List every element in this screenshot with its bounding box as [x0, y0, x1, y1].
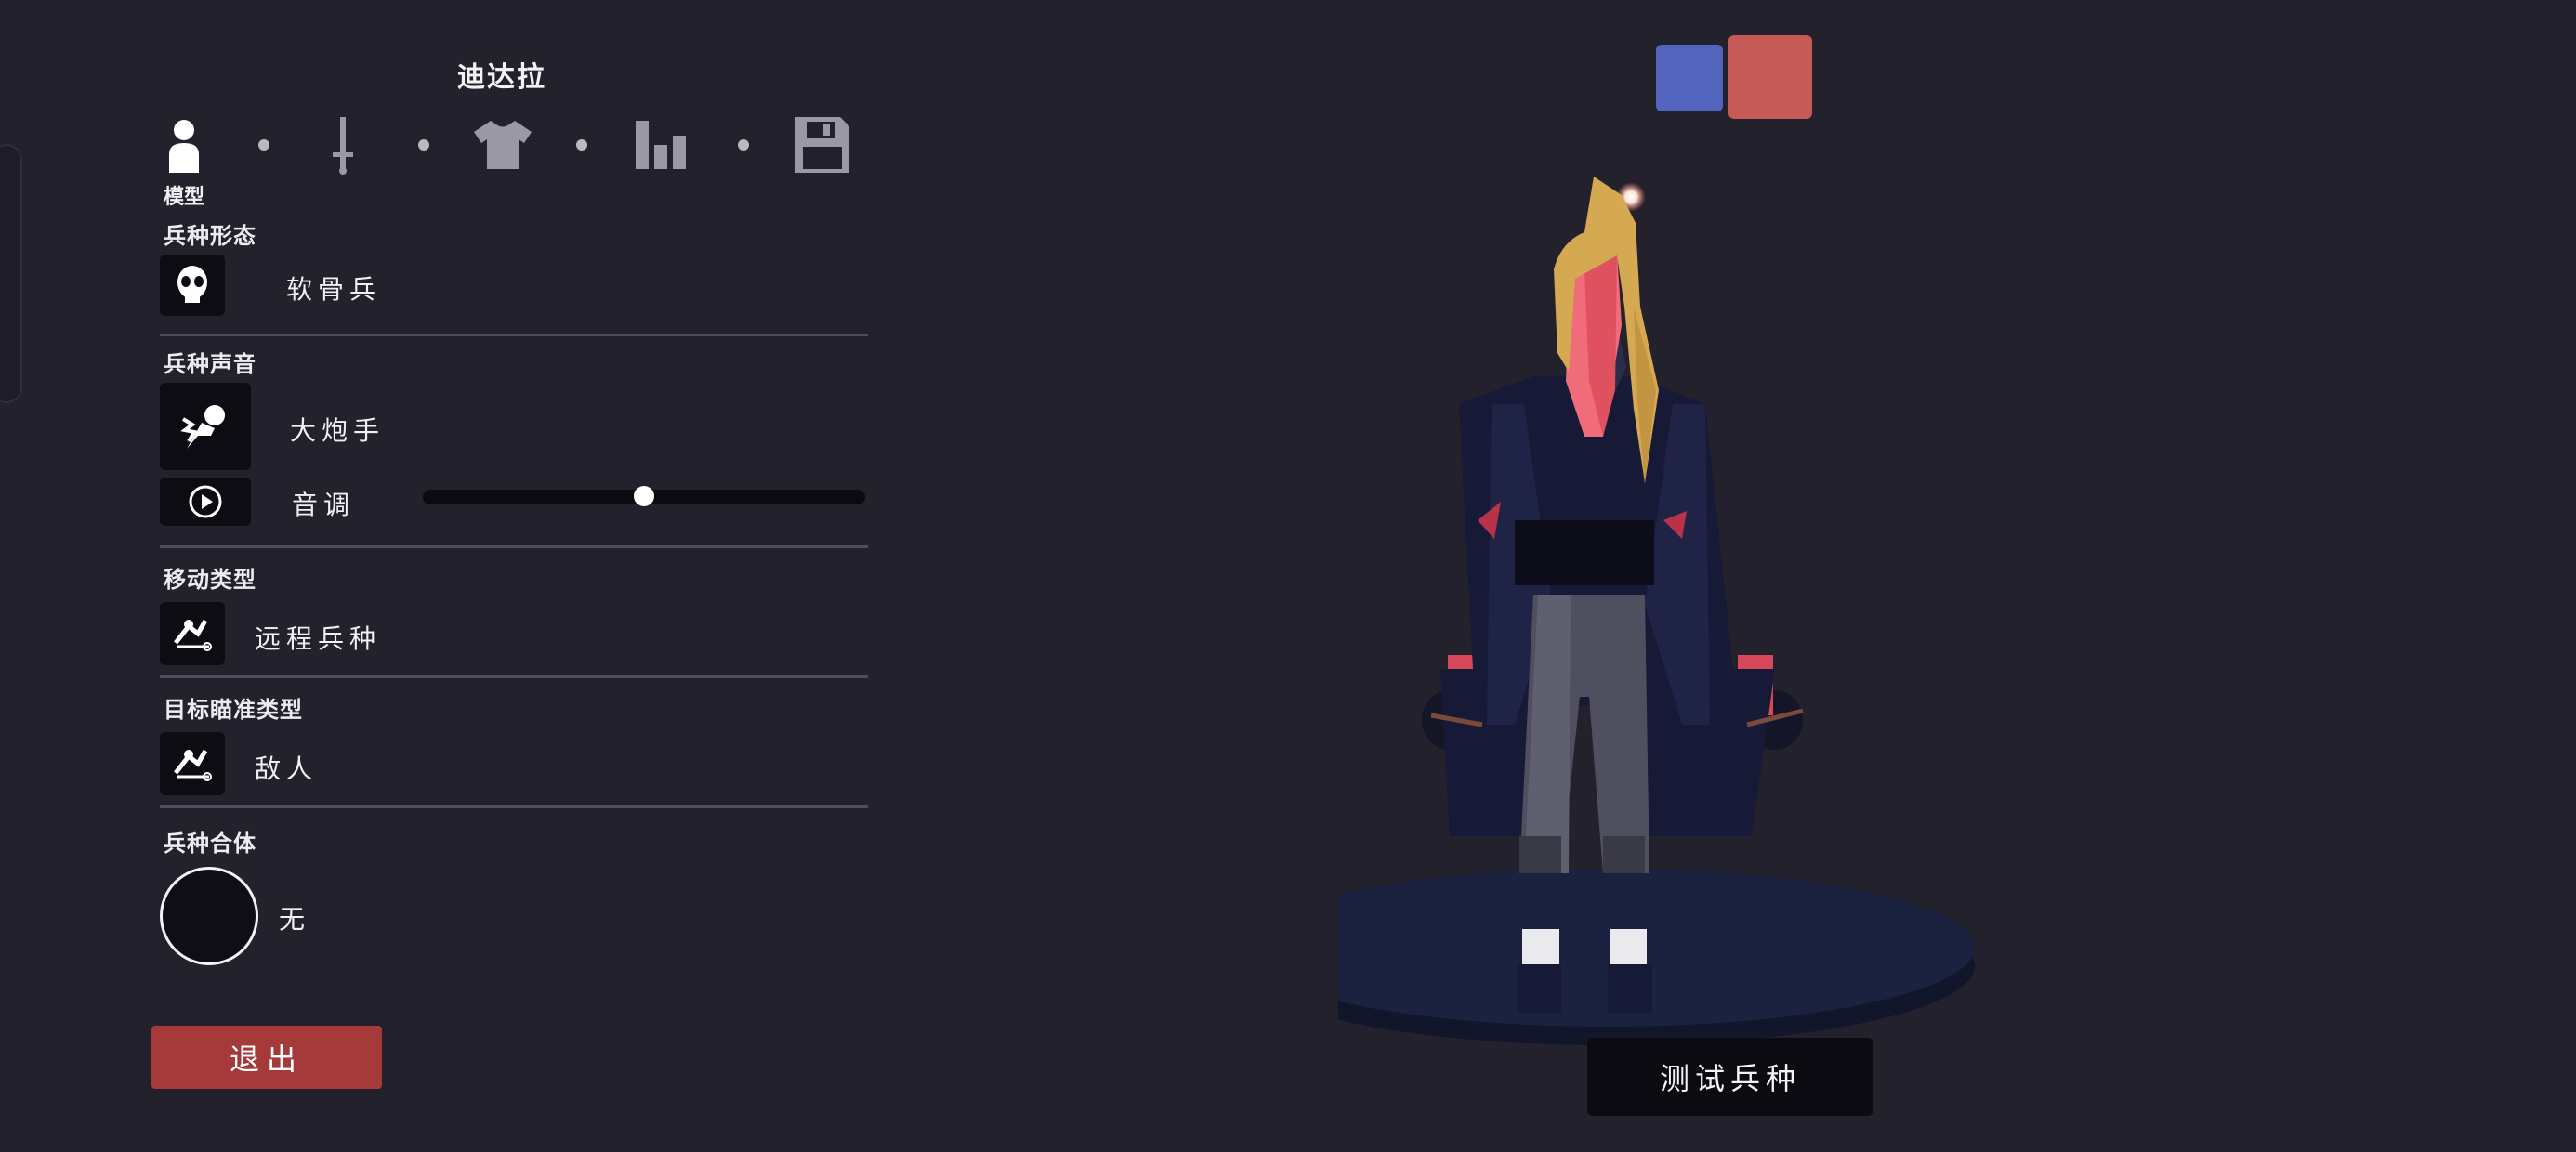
- divider: [160, 675, 868, 678]
- nav-separator: [738, 139, 749, 151]
- nav-separator: [576, 139, 587, 151]
- sword-icon[interactable]: [331, 117, 355, 175]
- nav-separator: [418, 139, 429, 151]
- ranged-unit-icon: [174, 619, 212, 651]
- unit-form-value: 软骨兵: [286, 274, 382, 305]
- test-unit-button[interactable]: 测试兵种: [1587, 1038, 1873, 1116]
- unit-name-title[interactable]: 迪达拉: [335, 54, 669, 95]
- unit-voice-label: 兵种声音: [164, 351, 256, 377]
- movement-type-value: 远程兵种: [255, 623, 382, 654]
- movement-type-button[interactable]: [160, 602, 225, 665]
- unit-voice-value: 大炮手: [290, 415, 386, 446]
- person-icon[interactable]: [165, 119, 203, 173]
- unit-merge-value: 无: [279, 904, 311, 935]
- target-icon: [174, 749, 212, 781]
- nav-active-label: 模型: [164, 186, 205, 209]
- exit-button[interactable]: 退出: [151, 1026, 382, 1089]
- unit-preview-scene[interactable]: [1338, 167, 2119, 1152]
- nav-separator: [258, 139, 269, 151]
- pitch-label: 音调: [292, 490, 356, 520]
- play-icon: [189, 485, 222, 518]
- unit-form-label: 兵种形态: [164, 223, 256, 249]
- save-icon[interactable]: [795, 117, 849, 173]
- shirt-icon[interactable]: [474, 121, 532, 169]
- unit-form-button[interactable]: [160, 255, 225, 316]
- cannoneer-icon: [180, 405, 225, 449]
- divider: [160, 334, 868, 336]
- team-blue-button[interactable]: [1656, 45, 1723, 111]
- targeting-type-value: 敌人: [255, 753, 319, 784]
- unit-voice-button[interactable]: [160, 383, 251, 470]
- play-voice-button[interactable]: [160, 478, 251, 526]
- divider: [160, 805, 868, 808]
- team-red-button[interactable]: [1728, 35, 1812, 119]
- skull-icon: [177, 266, 207, 303]
- movement-type-label: 移动类型: [164, 567, 256, 593]
- side-panel-tab[interactable]: [0, 144, 22, 403]
- targeting-type-label: 目标瞄准类型: [164, 697, 303, 723]
- pitch-slider-handle[interactable]: [634, 486, 654, 506]
- unit-merge-slot[interactable]: [160, 867, 258, 965]
- stats-icon[interactable]: [636, 121, 690, 169]
- unit-merge-label: 兵种合体: [164, 831, 256, 857]
- targeting-type-button[interactable]: [160, 732, 225, 795]
- divider: [160, 545, 868, 548]
